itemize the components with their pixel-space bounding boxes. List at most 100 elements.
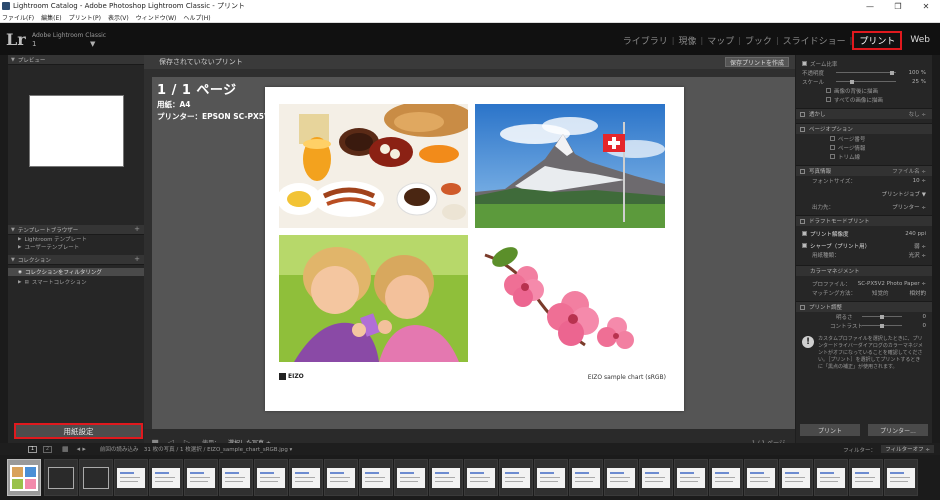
- secondary-monitor-icon[interactable]: 2: [43, 445, 52, 453]
- slider-knob[interactable]: [880, 323, 884, 328]
- filmstrip-thumbnail[interactable]: [464, 459, 498, 496]
- filmstrip-thumbnail[interactable]: [184, 459, 218, 496]
- filmstrip-thumbnail[interactable]: [499, 459, 533, 496]
- zoom-row[interactable]: ズーム比率: [796, 59, 932, 68]
- sharpen-row[interactable]: シャープ（プリント用） 弱 ÷: [796, 241, 932, 250]
- page-number-row[interactable]: ページ番号: [796, 134, 932, 143]
- filter-selector[interactable]: フィルターオフ ÷: [881, 445, 934, 453]
- filmstrip-thumbnail[interactable]: [359, 459, 393, 496]
- checkbox[interactable]: [826, 88, 831, 93]
- page-options-section[interactable]: ページオプション: [796, 123, 932, 134]
- menu-file[interactable]: ファイル(F): [2, 13, 34, 22]
- filmstrip-thumbnail[interactable]: [254, 459, 288, 496]
- font-size-row[interactable]: フォントサイズ： 10 ÷: [796, 176, 932, 185]
- crop-marks-row[interactable]: トリム線: [796, 152, 932, 161]
- menu-window[interactable]: ウィンドウ(W): [136, 13, 177, 22]
- brightness-row[interactable]: 明るさ 0: [796, 312, 932, 321]
- grid-view-icon[interactable]: ▦: [62, 445, 69, 453]
- contrast-slider[interactable]: [862, 323, 902, 328]
- photo-matterhorn[interactable]: [475, 104, 665, 228]
- filmstrip-thumbnail[interactable]: [534, 459, 568, 496]
- filmstrip-thumbnail[interactable]: [849, 459, 883, 496]
- filmstrip-thumbnail[interactable]: [44, 459, 78, 496]
- module-book[interactable]: ブック: [741, 34, 776, 47]
- checkbox[interactable]: [830, 136, 835, 141]
- photo-flowers[interactable]: [475, 235, 665, 362]
- catalog-caret-icon[interactable]: ▼: [90, 40, 95, 48]
- print-adjustment-section[interactable]: プリント調整: [796, 301, 932, 312]
- output-row[interactable]: 出力先： プリンター ÷: [796, 202, 932, 211]
- smart-collections[interactable]: ▶ ▤ スマートコレクション: [8, 278, 144, 287]
- opacity-row[interactable]: 不透明度 100 %: [796, 68, 932, 77]
- module-web[interactable]: Web: [906, 35, 934, 45]
- template-folder-lightroom[interactable]: ▶ Lightroom テンプレート: [8, 235, 144, 244]
- media-row[interactable]: 用紙種類： 光沢 ÷: [796, 250, 932, 259]
- resolution-row[interactable]: プリント解像度 240 ppi: [796, 229, 932, 238]
- checkbox[interactable]: [800, 126, 805, 132]
- output-selector[interactable]: プリンター ÷: [892, 203, 926, 211]
- print-page[interactable]: EIZO EIZO sample chart (sRGB): [265, 87, 684, 411]
- module-develop[interactable]: 現像: [674, 34, 700, 47]
- scale-row[interactable]: スケール 25 %: [796, 77, 932, 86]
- filmstrip-thumbnail[interactable]: [219, 459, 253, 496]
- checkbox[interactable]: [802, 61, 807, 66]
- filmstrip-thumbnail[interactable]: [394, 459, 428, 496]
- restore-button[interactable]: ❐: [884, 0, 912, 12]
- checkbox[interactable]: [830, 154, 835, 159]
- menu-help[interactable]: ヘルプ(H): [183, 13, 210, 22]
- save-print-button[interactable]: 保存プリントを作成: [724, 57, 789, 67]
- brightness-slider[interactable]: [862, 314, 902, 319]
- page-info-row[interactable]: ページ情報: [796, 143, 932, 152]
- primary-monitor-icon[interactable]: 1: [28, 445, 37, 453]
- right-panel-toggle[interactable]: [932, 55, 940, 455]
- slider-knob[interactable]: [890, 70, 894, 75]
- contrast-row[interactable]: コントラスト 0: [796, 321, 932, 330]
- checkbox[interactable]: [802, 243, 807, 248]
- photo-info-section[interactable]: 写真情報 ファイル名 ÷: [796, 165, 932, 176]
- profile-row[interactable]: プロファイル： SC-PX5V2 Photo Paper ÷: [796, 279, 932, 288]
- intent-perceptual[interactable]: 知覚的: [872, 289, 889, 297]
- draft-mode-section[interactable]: ドラフトモードプリント: [796, 215, 932, 226]
- page-setup-button[interactable]: 用紙設定: [16, 425, 141, 437]
- opacity-slider[interactable]: [836, 70, 896, 75]
- filmstrip-thumbnail[interactable]: [149, 459, 183, 496]
- filmstrip-thumbnail[interactable]: [429, 459, 463, 496]
- media-selector[interactable]: 光沢 ÷: [909, 251, 926, 259]
- checkbox[interactable]: [802, 231, 807, 236]
- module-map[interactable]: マップ: [703, 34, 738, 47]
- watermark-selector[interactable]: なし ÷: [909, 110, 926, 118]
- intent-row[interactable]: マッチング方法： 知覚的 相対的: [796, 288, 932, 297]
- filmstrip-thumbnail[interactable]: [7, 459, 41, 496]
- nav-arrows-icon[interactable]: ◂ ▸: [77, 445, 86, 453]
- photo-children[interactable]: [279, 235, 468, 362]
- minimize-button[interactable]: —: [856, 0, 884, 12]
- color-management-section[interactable]: カラーマネジメント: [796, 265, 932, 276]
- catalog-name[interactable]: 1: [32, 40, 36, 48]
- sharpen-selector[interactable]: 弱 ÷: [914, 242, 926, 250]
- add-collection-icon[interactable]: +: [134, 255, 140, 263]
- checkbox[interactable]: [826, 97, 831, 102]
- scale-slider[interactable]: [836, 79, 896, 84]
- intent-relative[interactable]: 相対的: [909, 289, 926, 297]
- left-panel-toggle[interactable]: [0, 55, 8, 455]
- slider-knob[interactable]: [850, 79, 854, 84]
- resolution-value[interactable]: 240 ppi: [905, 231, 926, 237]
- profile-selector[interactable]: SC-PX5V2 Photo Paper ÷: [858, 281, 926, 287]
- filmstrip-thumbnail[interactable]: [814, 459, 848, 496]
- module-slideshow[interactable]: スライドショー: [779, 34, 850, 47]
- filmstrip-thumbnail[interactable]: [639, 459, 673, 496]
- collections-header[interactable]: ▼ コレクション +: [8, 255, 144, 265]
- photo-info-selector[interactable]: ファイル名 ÷: [892, 167, 926, 175]
- menu-print[interactable]: プリント(P): [69, 13, 101, 22]
- checkbox[interactable]: [800, 111, 805, 117]
- photo-breakfast[interactable]: [279, 104, 468, 228]
- font-size-selector[interactable]: 10 ÷: [913, 178, 926, 184]
- filmstrip-thumbnail[interactable]: [779, 459, 813, 496]
- filmstrip-thumbnail[interactable]: [744, 459, 778, 496]
- module-print[interactable]: プリント: [852, 30, 903, 50]
- filmstrip-thumbnail[interactable]: [289, 459, 323, 496]
- add-template-icon[interactable]: +: [134, 225, 140, 233]
- menu-view[interactable]: 表示(V): [108, 13, 129, 22]
- preview-panel-header[interactable]: ▼ プレビュー: [8, 55, 144, 65]
- filmstrip-thumbnail[interactable]: [114, 459, 148, 496]
